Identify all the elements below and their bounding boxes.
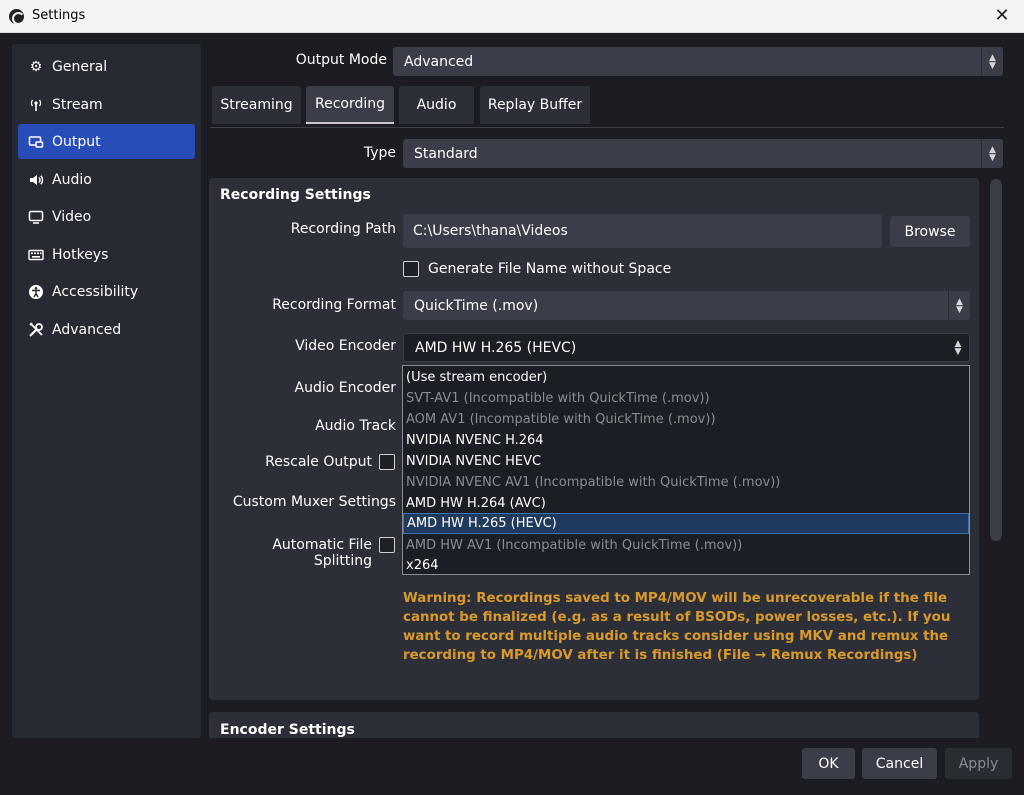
encoder-option[interactable]: NVIDIA NVENC AV1 (Incompatible with Quic… [403, 472, 969, 493]
encoder-settings-title: Encoder Settings [220, 722, 355, 738]
output-mode-label: Output Mode [295, 52, 387, 68]
tools-icon [26, 320, 46, 340]
encoder-option[interactable]: AMD HW H.264 (AVC) [403, 493, 969, 514]
settings-scrollbar[interactable] [990, 179, 1002, 541]
audio-encoder-label: Audio Encoder [294, 380, 396, 396]
rescale-output-label: Rescale Output [265, 454, 372, 470]
browse-button[interactable]: Browse [890, 216, 970, 247]
sidebar-item-label: Stream [52, 96, 103, 113]
cancel-button[interactable]: Cancel [862, 748, 937, 779]
recording-format-label: Recording Format [272, 297, 396, 313]
encoder-option[interactable]: (Use stream encoder) [403, 367, 969, 388]
type-value: Standard [414, 145, 478, 162]
speaker-icon [26, 170, 46, 190]
encoder-option[interactable]: AOM AV1 (Incompatible with QuickTime (.m… [403, 409, 969, 430]
encoder-option[interactable]: x264 [403, 555, 969, 576]
sidebar-item-label: General [52, 58, 108, 75]
sidebar-item-video[interactable]: Video [18, 199, 195, 234]
spinner-arrows-icon: ▲ ▼ [981, 47, 1003, 76]
sidebar-item-label: Hotkeys [52, 246, 109, 263]
spinner-arrows-icon: ▲ ▼ [954, 338, 962, 357]
sidebar-item-audio[interactable]: Audio [18, 162, 195, 197]
title-bar: Settings ✕ [0, 0, 1024, 33]
tab-audio[interactable]: Audio [399, 86, 474, 124]
sidebar-item-label: Accessibility [52, 283, 139, 300]
encoder-option-selected[interactable]: AMD HW H.265 (HEVC) [403, 513, 969, 534]
encoder-option[interactable]: NVIDIA NVENC HEVC [403, 451, 969, 472]
close-icon[interactable]: ✕ [990, 4, 1014, 28]
tab-label: Recording [314, 96, 386, 112]
recording-settings-title: Recording Settings [220, 187, 371, 203]
sidebar-item-output[interactable]: Output [18, 124, 195, 159]
recording-path-label: Recording Path [290, 221, 396, 237]
generate-filename-label: Generate File Name without Space [428, 261, 672, 277]
sidebar-item-label: Audio [52, 171, 92, 188]
sidebar-item-general[interactable]: ⚙ General [18, 49, 195, 84]
mov-warning-text: Warning: Recordings saved to MP4/MOV wil… [403, 591, 951, 663]
type-label: Type [363, 145, 396, 161]
spinner-arrows-icon: ▲ ▼ [948, 291, 970, 320]
tab-streaming[interactable]: Streaming [212, 86, 301, 124]
output-tabs: Streaming Recording Audio Replay Buffer [210, 86, 1004, 128]
recording-format-value: QuickTime (.mov) [414, 297, 539, 314]
ok-button[interactable]: OK [802, 748, 855, 779]
video-encoder-label: Video Encoder [295, 338, 396, 354]
output-mode-select[interactable]: Advanced ▲ ▼ [393, 47, 1003, 76]
video-encoder-select[interactable]: AMD HW H.265 (HEVC) ▲ ▼ [403, 333, 970, 362]
file-splitting-label: Automatic File Splitting [272, 537, 372, 569]
accessibility-icon [26, 282, 46, 302]
recording-format-select[interactable]: QuickTime (.mov) ▲ ▼ [403, 291, 970, 320]
output-icon [26, 132, 46, 152]
tab-label: Audio [416, 97, 457, 113]
sidebar-item-label: Output [52, 133, 101, 150]
tab-label: Replay Buffer [487, 97, 583, 113]
antenna-icon [26, 95, 46, 115]
tab-replay-buffer[interactable]: Replay Buffer [480, 86, 590, 124]
video-encoder-dropdown: (Use stream encoder) SVT-AV1 (Incompatib… [402, 365, 970, 575]
output-mode-value: Advanced [404, 53, 474, 70]
encoder-option[interactable]: NVIDIA NVENC H.264 [403, 430, 969, 451]
keyboard-icon [26, 245, 46, 265]
audio-track-label: Audio Track [315, 418, 396, 434]
encoder-option[interactable]: AMD HW AV1 (Incompatible with QuickTime … [403, 535, 969, 556]
custom-muxer-label: Custom Muxer Settings [232, 494, 396, 510]
sidebar-item-accessibility[interactable]: Accessibility [18, 274, 195, 309]
file-splitting-checkbox[interactable] [379, 537, 395, 553]
video-encoder-value: AMD HW H.265 (HEVC) [415, 339, 577, 356]
obs-logo-icon [9, 9, 25, 25]
monitor-icon [26, 207, 46, 227]
sidebar-item-label: Advanced [52, 321, 122, 338]
sidebar-item-advanced[interactable]: Advanced [18, 312, 195, 347]
tab-recording[interactable]: Recording [306, 86, 394, 124]
apply-button[interactable]: Apply [945, 748, 1012, 779]
generate-filename-checkbox[interactable] [403, 261, 419, 277]
sidebar-item-stream[interactable]: Stream [18, 87, 195, 122]
recording-path-input[interactable]: C:\Users\thana\Videos [403, 214, 882, 248]
tab-label: Streaming [220, 97, 293, 113]
sidebar-item-label: Video [52, 208, 92, 225]
rescale-output-checkbox[interactable] [379, 454, 395, 470]
gear-icon: ⚙ [29, 58, 43, 75]
type-select[interactable]: Standard ▲ ▼ [403, 139, 1003, 168]
encoder-option[interactable]: SVT-AV1 (Incompatible with QuickTime (.m… [403, 388, 969, 409]
spinner-arrows-icon: ▲ ▼ [981, 139, 1003, 168]
settings-sidebar: ⚙ General Stream Output Audio Video Hotk… [12, 44, 201, 738]
window-title: Settings [32, 8, 86, 23]
sidebar-item-hotkeys[interactable]: Hotkeys [18, 237, 195, 272]
